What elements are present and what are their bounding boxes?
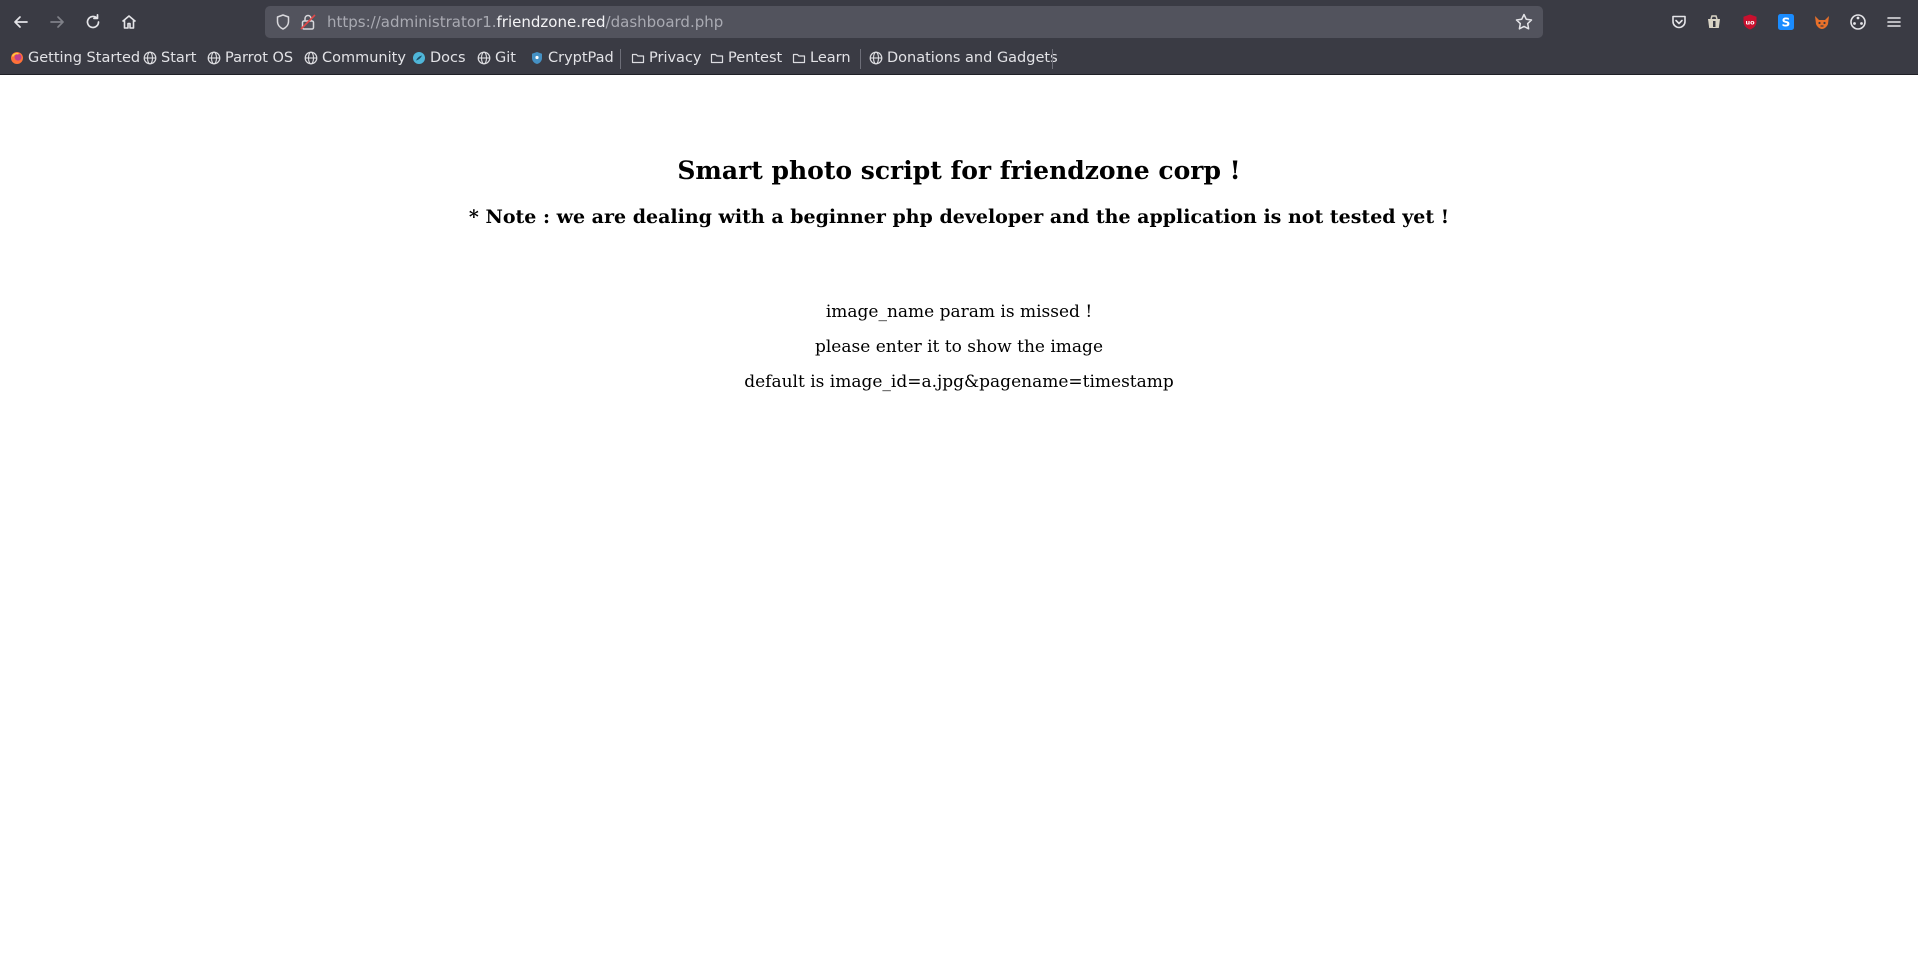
folder-icon: [631, 53, 645, 64]
bookmark-donations-and-gadgets[interactable]: Donations and Gadgets: [869, 47, 1058, 69]
browser-chrome: https://administrator1.friendzone.red/da…: [0, 0, 1918, 75]
url-prefix: https://administrator1.: [327, 13, 497, 31]
bookmark-community[interactable]: Community: [304, 47, 406, 69]
bookmark-getting-started[interactable]: Getting Started: [10, 47, 140, 69]
hamburger-menu-icon: [1887, 17, 1901, 27]
docs-icon: [413, 52, 425, 64]
bookmark-label: Start: [161, 50, 197, 66]
extensions-puzzle-icon: [1850, 14, 1866, 30]
globe-icon: [207, 51, 221, 65]
app-menu-button[interactable]: [1883, 11, 1905, 33]
bookmark-separator: [1052, 49, 1053, 69]
pocket-icon: [1672, 15, 1686, 29]
bookmark-label: Parrot OS: [225, 50, 294, 66]
bookmark-docs[interactable]: Docs: [412, 47, 466, 69]
bookmark-label: Getting Started: [28, 50, 141, 66]
svg-text:S: S: [1782, 16, 1791, 30]
url-text[interactable]: https://administrator1.friendzone.red/da…: [327, 12, 723, 32]
bookmark-separator: [860, 49, 861, 69]
bookmark-parrot-os[interactable]: Parrot OS: [207, 47, 293, 69]
instruction-message: please enter it to show the image: [814, 337, 1104, 357]
ublock-icon: uo: [1743, 14, 1757, 30]
firefox-icon: [11, 52, 23, 64]
sidebar-s-icon: S: [1778, 14, 1794, 30]
bookmark-label: Docs: [430, 50, 466, 66]
navigation-toolbar: https://administrator1.friendzone.red/da…: [0, 0, 1918, 44]
bookmark-star-icon[interactable]: [1514, 12, 1534, 32]
bookmark-label: Git: [495, 50, 516, 66]
url-path: /dashboard.php: [605, 13, 724, 31]
page-title: Smart photo script for friendzone corp !: [677, 156, 1241, 185]
container-extension-button[interactable]: [1703, 11, 1725, 33]
tracking-shield-icon[interactable]: [274, 13, 292, 31]
bookmark-start[interactable]: Start: [143, 47, 196, 69]
insecure-lock-icon[interactable]: [299, 13, 317, 31]
error-message: image_name param is missed !: [825, 302, 1093, 322]
bookmark-label: Privacy: [649, 50, 702, 66]
globe-icon: [477, 51, 491, 65]
container-icon: [1708, 15, 1720, 28]
globe-icon: [143, 51, 157, 65]
bookmark-folder-pentest[interactable]: Pentest: [710, 47, 782, 69]
folder-icon: [792, 53, 806, 64]
svg-text:uo: uo: [1745, 19, 1755, 27]
address-bar[interactable]: https://administrator1.friendzone.red/da…: [265, 6, 1543, 38]
back-button[interactable]: [7, 8, 35, 36]
bookmark-separator: [620, 49, 621, 69]
foxyproxy-icon: [1815, 16, 1829, 29]
extensions-button[interactable]: [1847, 11, 1869, 33]
foxyproxy-button[interactable]: [1811, 11, 1833, 33]
developer-note: * Note : we are dealing with a beginner …: [468, 206, 1450, 228]
globe-icon: [304, 51, 318, 65]
home-icon: [121, 15, 137, 29]
forward-button[interactable]: [43, 8, 71, 36]
arrow-right-icon: [50, 16, 64, 28]
bookmarks-toolbar: Getting Started Start Parrot OS Communit…: [0, 44, 1918, 72]
arrow-left-icon: [14, 16, 28, 28]
sidebar-extension-button[interactable]: S: [1775, 11, 1797, 33]
url-host: friendzone.red: [496, 13, 606, 31]
cryptpad-icon: [532, 52, 542, 64]
folder-icon: [710, 53, 724, 64]
reload-button[interactable]: [79, 8, 107, 36]
default-params-message: default is image_id=a.jpg&pagename=times…: [744, 372, 1174, 392]
bookmark-folder-privacy[interactable]: Privacy: [631, 47, 702, 69]
pocket-button[interactable]: [1668, 11, 1690, 33]
bookmark-git[interactable]: Git: [477, 47, 516, 69]
home-button[interactable]: [115, 8, 143, 36]
bookmark-label: Community: [322, 50, 406, 66]
bookmark-folder-learn[interactable]: Learn: [792, 47, 851, 69]
ublock-button[interactable]: uo: [1739, 11, 1761, 33]
reload-icon: [86, 13, 100, 29]
bookmark-label: CryptPad: [548, 50, 614, 66]
globe-icon: [869, 51, 883, 65]
bookmark-label: Learn: [810, 50, 851, 66]
bookmark-cryptpad[interactable]: CryptPad: [530, 47, 614, 69]
bookmark-label: Pentest: [728, 50, 783, 66]
page-content: Smart photo script for friendzone corp !…: [0, 75, 1918, 957]
bookmark-label: Donations and Gadgets: [887, 50, 1058, 66]
